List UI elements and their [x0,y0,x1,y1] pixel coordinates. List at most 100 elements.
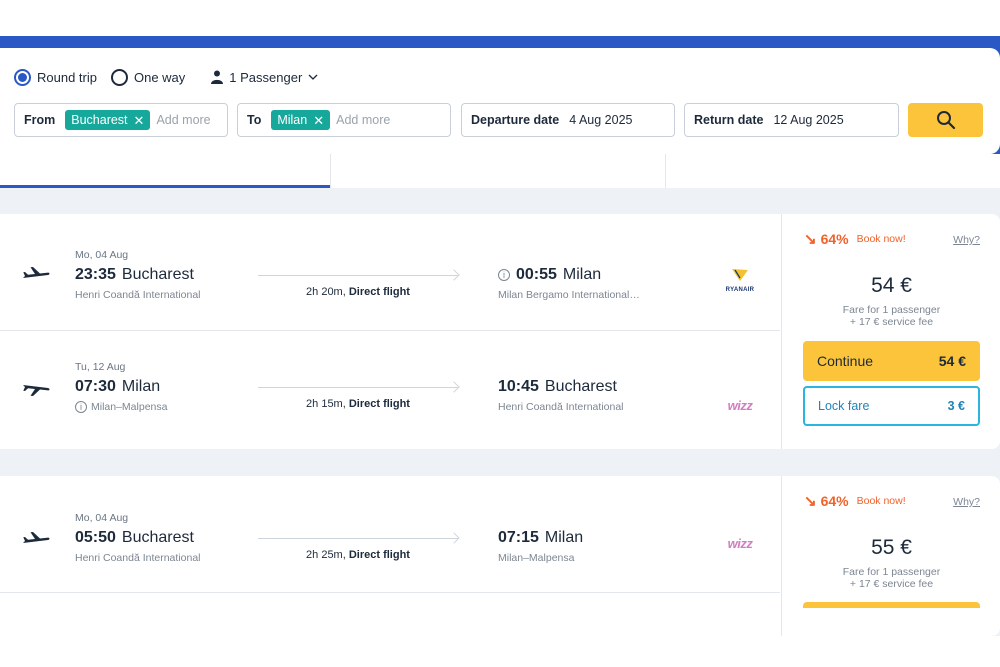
result-card: Mo, 04 Aug 05:50 Bucharest Henri Coandă I… [0,476,1000,636]
airline-name: wizz [727,398,753,413]
stops-value: Direct flight [348,286,410,298]
sort-tab-1[interactable] [0,154,330,188]
info-icon[interactable]: i [75,401,87,413]
book-now-text: Book now! [856,495,906,507]
to-add-more[interactable]: Add more [336,113,390,127]
outbound-leg[interactable]: Mo, 04 Aug 05:50 Bucharest Henri Coandă I… [0,476,780,592]
takeoff-plane-icon [22,531,50,547]
duration-text: 2h 20m, Direct flight [258,286,458,298]
fare-details: Fare for 1 passenger + 17 € service fee [782,566,1000,590]
departure-airport-text: Milan–Malpensa [91,401,168,413]
to-field[interactable]: To Milan ✕ Add more [237,103,451,137]
deal-badge: ↘ 64% Book now! [804,230,906,248]
arrival-time: 00:55 [516,266,557,283]
departure-date-field[interactable]: Departure date 4 Aug 2025 [461,103,675,137]
departure-time-city: 23:35 Bucharest [75,266,201,284]
destination-chip-text: Milan [277,113,308,127]
departure-time-city: 07:30 Milan [75,378,167,396]
arrival-airport-text: Milan–Malpensa [498,552,575,564]
price-panel: ↘ 64% Book now! Why? 54 € Fare for 1 pas… [781,214,1000,449]
flight-date: Tu, 12 Aug [75,361,126,373]
departure-time-city: 05:50 Bucharest [75,529,201,547]
one-way-radio[interactable] [110,68,128,86]
departure-info: Mo, 04 Aug 05:50 Bucharest Henri Coandă I… [75,512,201,564]
total-price: 54 € [871,274,912,297]
departure-airport: Henri Coandă International [75,289,201,301]
departure-info: Tu, 12 Aug 07:30 Milan i Milan–Malpensa [75,361,167,413]
remove-destination-icon[interactable]: ✕ [313,114,324,127]
arrival-airport: Henri Coandă International [498,401,624,413]
landing-plane-icon [22,381,50,397]
price-drop-icon: ↘ [804,231,817,248]
arrival-city: Milan [562,266,602,283]
person-icon [211,70,224,84]
departure-airport-text: Henri Coandă International [75,289,201,301]
lock-fare-button[interactable]: Lock fare 3 € [803,386,980,426]
continue-button[interactable]: Continue 54 € [803,341,980,381]
one-way-label: One way [133,69,186,85]
passenger-selector[interactable]: 1 Passenger [211,70,318,85]
chevron-down-icon [308,74,318,80]
lock-fare-label: Lock fare [818,399,870,413]
search-icon [936,111,955,130]
duration-value: 2h 20m, [306,286,349,298]
from-label: From [24,113,56,127]
arrival-info: 10:45 Bucharest Henri Coandă Internationa… [498,378,624,413]
fare-details: Fare for 1 passenger + 17 € service fee [782,304,1000,328]
sort-tab-2[interactable] [330,154,666,188]
arrival-time-city: 07:15 Milan [498,529,583,547]
duration-value: 2h 25m, [306,549,349,561]
airline-name: wizz [727,536,753,551]
duration-text: 2h 15m, Direct flight [258,398,458,410]
from-field[interactable]: From Bucharest ✕ Add more [14,103,228,137]
continue-price: 54 € [938,353,966,369]
harp-icon [732,269,748,281]
trip-type-row: Round trip One way 1 Passenger [14,66,318,88]
info-icon[interactable]: i [498,269,510,281]
remove-origin-icon[interactable]: ✕ [134,114,145,127]
return-date-field[interactable]: Return date 12 Aug 2025 [684,103,899,137]
departure-time: 23:35 [75,266,116,283]
to-label: To [247,113,262,127]
from-add-more[interactable]: Add more [156,113,210,127]
return-leg[interactable]: Tu, 12 Aug 07:30 Milan i Milan–Malpensa 2h… [0,330,780,446]
passenger-count: 1 Passenger [229,69,303,85]
departure-airport: i Milan–Malpensa [75,401,167,413]
departure-time: 05:50 [75,529,116,546]
why-link[interactable]: Why? [953,496,980,508]
deal-percent: 64% [820,231,849,247]
one-way-option[interactable]: One way [110,68,186,86]
search-button[interactable] [908,103,983,137]
departure-city: Milan [121,378,161,395]
departure-city: Bucharest [121,529,194,546]
stops-value: Direct flight [348,398,410,410]
stops-value: Direct flight [348,549,410,561]
arrival-time-city: i 00:55 Milan [498,266,640,284]
sort-tab-3[interactable] [666,154,1000,188]
fare-line: Fare for 1 passenger [842,304,941,316]
departure-airport: Henri Coandă International [75,552,201,564]
return-date-label: Return date [694,113,764,127]
round-trip-radio[interactable] [14,68,31,86]
outbound-leg[interactable]: Mo, 04 Aug 23:35 Bucharest Henri Coandă I… [0,214,780,330]
service-fee-line: + 17 € service fee [849,316,934,328]
flight-duration: 2h 20m, Direct flight [258,275,458,298]
why-link[interactable]: Why? [953,234,980,246]
result-card: Mo, 04 Aug 23:35 Bucharest Henri Coandă I… [0,214,1000,449]
arrival-city: Milan [544,529,584,546]
departure-time: 07:30 [75,378,116,395]
flight-results-page: Round trip One way 1 Passenger From Buch… [0,0,1000,667]
flight-date: Mo, 04 Aug [75,512,129,524]
route-arrow [258,275,458,276]
total-price: 55 € [871,536,912,559]
round-trip-option[interactable]: Round trip [14,68,97,86]
price-panel: ↘ 64% Book now! Why? 55 € Fare for 1 pas… [781,476,1000,636]
departure-date-label: Departure date [471,113,560,127]
book-now-text: Book now! [856,233,906,245]
flight-duration: 2h 25m, Direct flight [258,538,458,561]
round-trip-label: Round trip [37,69,97,85]
return-leg[interactable] [0,592,780,636]
duration-text: 2h 25m, Direct flight [258,549,458,561]
continue-button[interactable] [803,602,980,608]
arrival-time-city: 10:45 Bucharest [498,378,624,396]
